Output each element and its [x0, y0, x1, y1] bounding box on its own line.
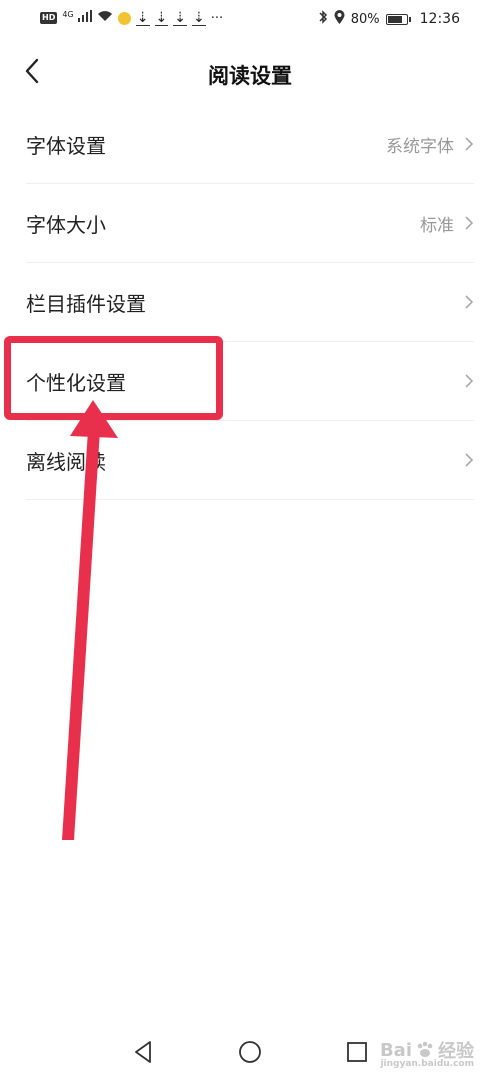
setting-font[interactable]: 字体设置 系统字体	[26, 105, 474, 184]
setting-personalization[interactable]: 个性化设置	[26, 342, 474, 421]
battery-icon	[385, 13, 411, 25]
setting-offline-reading[interactable]: 离线阅读	[26, 421, 474, 500]
chevron-right-icon	[465, 216, 474, 230]
nav-home-button[interactable]	[235, 1037, 265, 1067]
more-notifications: ···	[210, 10, 224, 26]
page-title: 阅读设置	[208, 64, 292, 88]
download-icon: ⇣	[173, 9, 187, 26]
status-bar: HD 4G ⇣ ⇣ ⇣ ⇣ ··· 80% 12:36	[0, 0, 500, 38]
signal-icon: 4G	[62, 10, 92, 26]
setting-value: 标准	[420, 215, 454, 236]
triangle-back-icon	[135, 1041, 151, 1063]
status-left: HD 4G ⇣ ⇣ ⇣ ⇣ ···	[40, 10, 223, 26]
chevron-right-icon	[465, 374, 474, 388]
nav-recent-button[interactable]	[342, 1037, 372, 1067]
chevron-right-icon	[465, 137, 474, 151]
battery-percent: 80%	[350, 11, 380, 27]
paw-icon	[417, 1041, 433, 1057]
bluetooth-icon	[318, 10, 328, 28]
watermark-brand: Bai	[379, 1039, 412, 1061]
nav-back-button[interactable]	[128, 1037, 158, 1067]
download-icon: ⇣	[135, 9, 150, 26]
hd-badge: HD	[40, 12, 58, 25]
chevron-right-icon	[465, 295, 474, 309]
square-recent-icon	[347, 1042, 367, 1062]
setting-font-size[interactable]: 字体大小 标准	[26, 184, 474, 263]
location-icon	[334, 10, 345, 28]
settings-list: 字体设置 系统字体 字体大小 标准 栏目插件设置 个性化设置 离线阅读	[0, 105, 500, 500]
chevron-right-icon	[465, 453, 474, 467]
baidu-watermark: Bai 经验 jingyan.baidu.com	[379, 1037, 474, 1070]
setting-label: 字体大小	[26, 212, 106, 237]
setting-column-plugins[interactable]: 栏目插件设置	[26, 263, 474, 342]
download-icon: ⇣	[191, 9, 206, 26]
download-icon: ⇣	[154, 9, 169, 26]
clock: 12:36	[419, 11, 460, 27]
watermark-domain: jingyan.baidu.com	[380, 1059, 474, 1069]
setting-value: 系统字体	[386, 136, 454, 157]
setting-label: 栏目插件设置	[26, 291, 146, 316]
network-type: 4G	[62, 10, 74, 19]
setting-label: 离线阅读	[26, 449, 106, 474]
circle-home-icon	[239, 1041, 261, 1063]
status-right: 80% 12:36	[318, 10, 460, 28]
wifi-icon	[97, 10, 113, 26]
page-header: 阅读设置	[0, 38, 500, 108]
setting-label: 个性化设置	[26, 370, 126, 395]
notification-sun-icon	[117, 11, 131, 25]
setting-label: 字体设置	[26, 133, 106, 158]
